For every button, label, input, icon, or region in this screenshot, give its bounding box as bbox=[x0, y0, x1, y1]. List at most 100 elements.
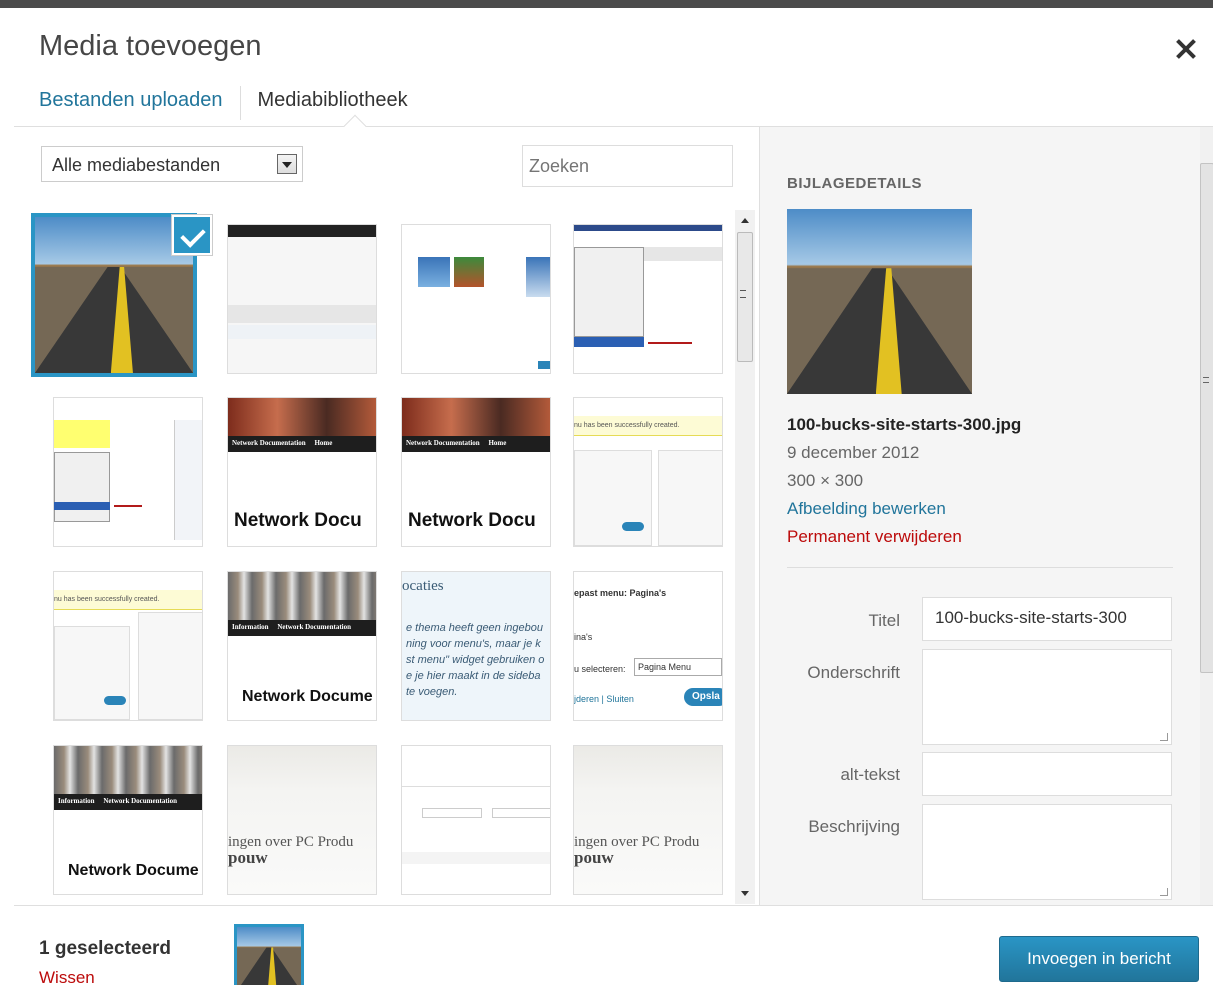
mini-button bbox=[538, 361, 550, 369]
edit-image-link[interactable]: Afbeelding bewerken bbox=[787, 499, 946, 519]
menu-box-2 bbox=[138, 612, 202, 720]
menu-links: jderen | Sluiten bbox=[574, 694, 634, 704]
mini-photo-1 bbox=[418, 257, 450, 287]
attachment-details-sidebar: BIJLAGEDETAILS 100-bucks-site-starts-300… bbox=[759, 127, 1213, 905]
menu-highlight bbox=[574, 337, 644, 347]
scroll-grip-icon bbox=[1203, 377, 1209, 383]
scroll-up-icon[interactable] bbox=[741, 218, 749, 223]
chevron-down-icon[interactable] bbox=[277, 154, 297, 174]
selection-thumbnail[interactable] bbox=[234, 924, 304, 985]
menu-created-image: nu has been successfully created. bbox=[574, 398, 722, 546]
pc-produ-image: ingen over PC Produ pouw bbox=[228, 746, 376, 894]
attachment-pc-produ-2[interactable]: ingen over PC Produ pouw bbox=[573, 745, 723, 895]
tab-upload-files[interactable]: Bestanden uploaden bbox=[39, 86, 241, 120]
attachment-menu-created-2[interactable]: nu has been successfully created. bbox=[53, 571, 203, 721]
description-label: Beschrijving bbox=[808, 817, 900, 836]
attachment-insert-media-screenshot[interactable] bbox=[401, 224, 551, 374]
locaties-line-5: te voegen. bbox=[406, 686, 458, 698]
road-image bbox=[35, 217, 193, 373]
save-button-mini bbox=[622, 522, 644, 531]
tab-media-library[interactable]: Mediabibliotheek bbox=[241, 86, 425, 120]
site-header: Information Network Documentation bbox=[228, 620, 376, 636]
attachment-locaties[interactable]: ocaties e thema heeft geen ingebou ning … bbox=[401, 571, 551, 721]
attachment-menu-created-1[interactable]: nu has been successfully created. bbox=[573, 397, 723, 547]
menu-created-image: nu has been successfully created. bbox=[54, 572, 202, 720]
scroll-grip-icon bbox=[740, 290, 746, 298]
network-docume-image: Information Network Documentation Networ… bbox=[228, 572, 376, 720]
attachment-network-docu-2[interactable]: Network Documentation Home Network Docu bbox=[401, 397, 551, 547]
menu-save-button: Opsla bbox=[684, 688, 722, 706]
banner-image bbox=[402, 398, 550, 436]
title-input[interactable]: 100-bucks-site-starts-300 bbox=[922, 597, 1172, 641]
attachment-form-screenshot[interactable] bbox=[401, 745, 551, 895]
red-arrow-icon bbox=[114, 505, 142, 507]
editor-toolbar bbox=[228, 305, 376, 323]
resize-handle-icon[interactable] bbox=[1160, 888, 1168, 896]
header-home: Home bbox=[314, 439, 333, 447]
header-title: Network Documentation bbox=[406, 439, 480, 447]
selected-check-icon[interactable] bbox=[172, 215, 212, 255]
delete-permanently-link[interactable]: Permanent verwijderen bbox=[787, 527, 962, 547]
attachment-network-docume-2[interactable]: Information Network Documentation Networ… bbox=[53, 745, 203, 895]
pale-background bbox=[574, 746, 722, 894]
custom-menu-image: epast menu: Pagina's ina's u selecteren:… bbox=[574, 572, 722, 720]
attachment-network-docu-1[interactable]: Network Documentation Home Network Docu bbox=[227, 397, 377, 547]
menu-sub: ina's bbox=[574, 632, 593, 642]
site-header: Information Network Documentation bbox=[54, 794, 202, 810]
site-header: Network Documentation Home bbox=[228, 436, 376, 452]
attachment-editor-screenshot[interactable] bbox=[227, 224, 377, 374]
caption-label: Onderschrift bbox=[807, 663, 900, 682]
details-heading: BIJLAGEDETAILS bbox=[787, 175, 923, 192]
media-filter-select[interactable]: Alle mediabestanden bbox=[41, 146, 303, 182]
network-docu-image: Network Documentation Home Network Docu bbox=[228, 398, 376, 546]
close-icon[interactable] bbox=[1173, 36, 1199, 62]
scroll-down-icon[interactable] bbox=[741, 891, 749, 896]
image-dimensions: 300 × 300 bbox=[787, 471, 864, 490]
locaties-line-1: e thema heeft geen ingebou bbox=[406, 622, 544, 634]
alt-text-label: alt-tekst bbox=[840, 765, 900, 784]
header-title: Network Documentation bbox=[103, 797, 177, 805]
search-input[interactable] bbox=[522, 145, 733, 187]
attachment-custom-menu[interactable]: epast menu: Pagina's ina's u selecteren:… bbox=[573, 571, 723, 721]
insert-media-image bbox=[402, 225, 550, 373]
details-divider bbox=[787, 567, 1173, 568]
clear-selection-link[interactable]: Wissen bbox=[39, 968, 95, 985]
modal-footer: 1 geselecteerd Wissen Invoegen in berich… bbox=[14, 905, 1213, 985]
attachment-menu-screenshot[interactable] bbox=[573, 224, 723, 374]
header-title: Network Documentation bbox=[277, 623, 351, 631]
thumb-big-text: Network Docu bbox=[234, 510, 362, 531]
header-home: Home bbox=[488, 439, 507, 447]
modal-title: Media toevoegen bbox=[39, 30, 262, 62]
file-name: 100-bucks-site-starts-300.jpg bbox=[787, 415, 1022, 434]
locaties-line-3: st menu" widget gebruiken o bbox=[406, 654, 545, 666]
caption-textarea[interactable] bbox=[922, 649, 1172, 745]
thumb-big-text: Network Docume bbox=[242, 688, 373, 705]
dropdown-menu bbox=[54, 452, 110, 522]
grid-scrollbar[interactable] bbox=[735, 210, 755, 904]
thumb-big-text: Network Docume bbox=[68, 862, 199, 879]
red-arrow-icon bbox=[648, 342, 692, 344]
alt-text-input[interactable] bbox=[922, 752, 1172, 796]
sidebar-scrollbar[interactable] bbox=[1200, 127, 1213, 905]
insert-into-post-button[interactable]: Invoegen in bericht bbox=[999, 936, 1199, 982]
header-title: Network Documentation bbox=[232, 439, 306, 447]
modal-tabs: Bestanden uploaden Mediabibliotheek bbox=[39, 86, 425, 126]
description-textarea[interactable] bbox=[922, 804, 1172, 900]
menu-box bbox=[574, 450, 652, 546]
attachment-menu-screenshot-2[interactable] bbox=[53, 397, 203, 547]
menu-screenshot-image bbox=[54, 398, 202, 546]
sidebar-scroll-thumb[interactable] bbox=[1200, 163, 1213, 673]
resize-handle-icon[interactable] bbox=[1160, 733, 1168, 741]
mini-photo-2 bbox=[454, 257, 484, 287]
notice-text: nu has been successfully created. bbox=[54, 596, 160, 603]
attachment-pc-produ-1[interactable]: ingen over PC Produ pouw bbox=[227, 745, 377, 895]
road-image bbox=[237, 927, 301, 985]
notice-text: nu has been successfully created. bbox=[574, 422, 680, 429]
attachment-network-docume-1[interactable]: Information Network Documentation Networ… bbox=[227, 571, 377, 721]
site-header: Network Documentation Home bbox=[402, 436, 550, 452]
editor-toolbar-2 bbox=[228, 325, 376, 339]
upload-date: 9 december 2012 bbox=[787, 443, 920, 462]
row-bar bbox=[402, 852, 550, 864]
media-modal: Media toevoegen Bestanden uploaden Media… bbox=[14, 8, 1213, 985]
pale-background bbox=[228, 746, 376, 894]
